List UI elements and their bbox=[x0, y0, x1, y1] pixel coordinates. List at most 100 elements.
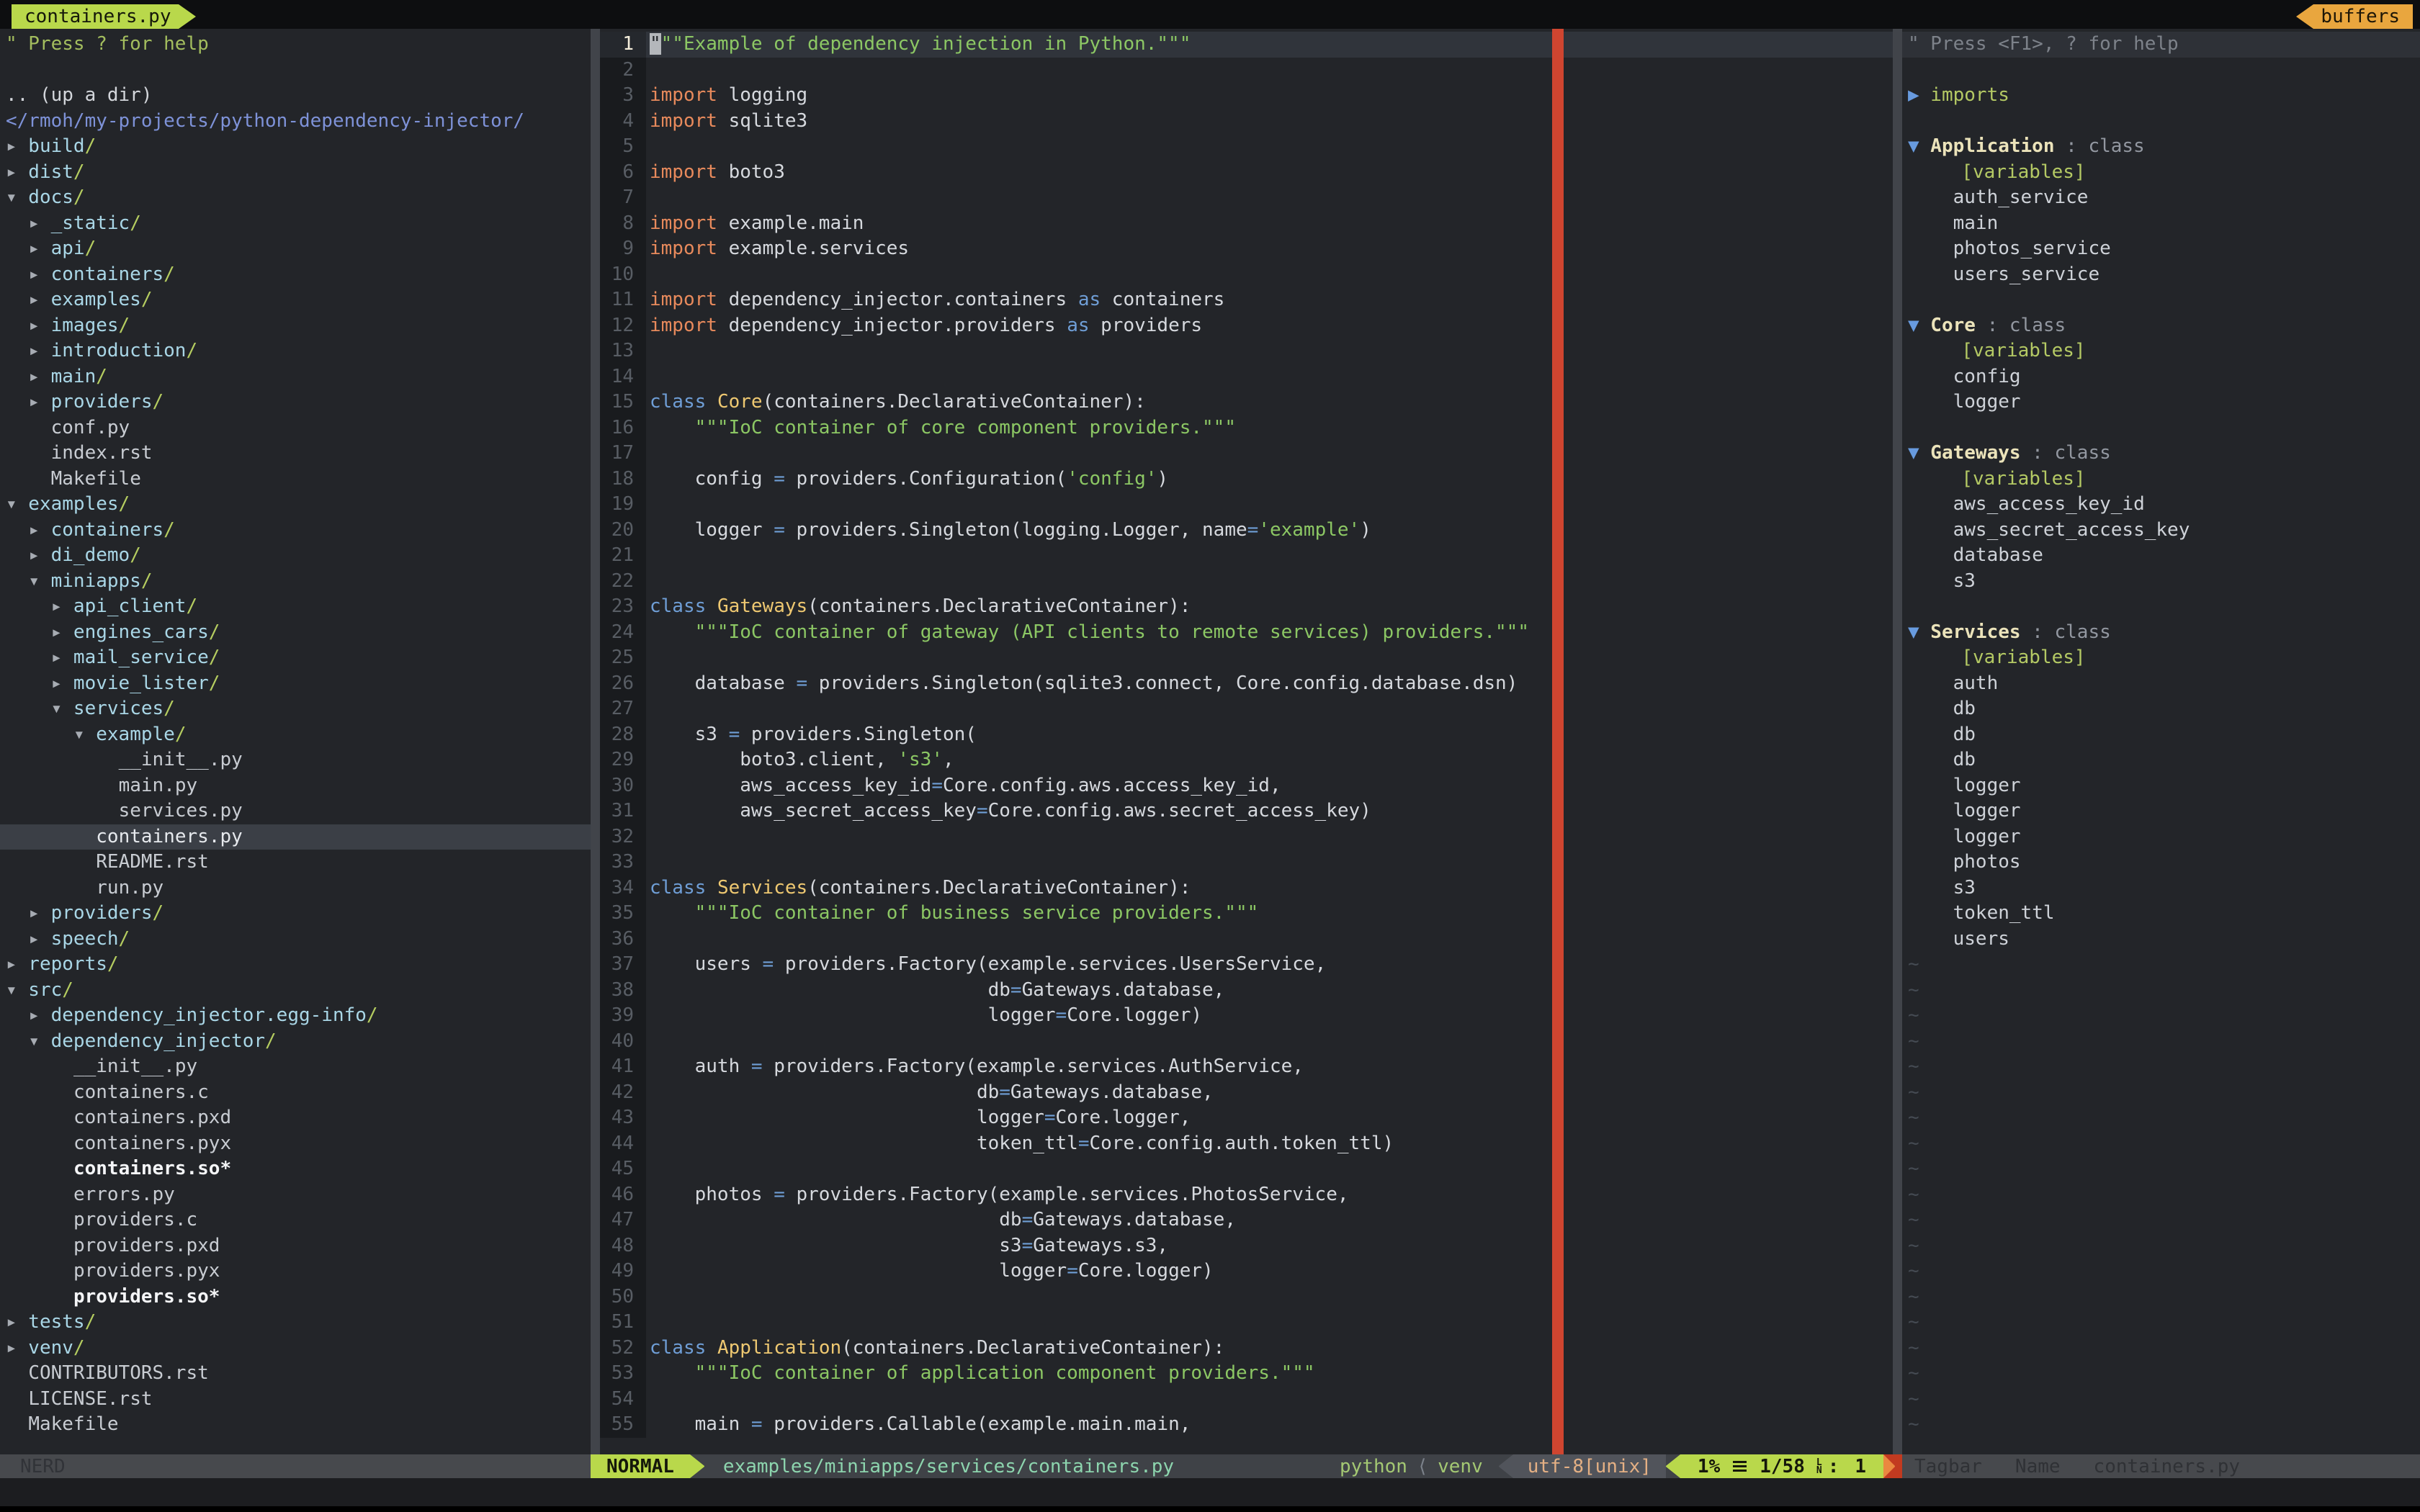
tree-item[interactable]: ▾ services/ bbox=[0, 696, 591, 722]
tree-item[interactable]: ▾ examples/ bbox=[0, 492, 591, 518]
tree-item[interactable]: providers.so* bbox=[0, 1284, 591, 1310]
tree-item[interactable]: ▸ movie_lister/ bbox=[0, 671, 591, 697]
tag-item[interactable]: [variables] bbox=[1902, 160, 2420, 186]
tree-item[interactable]: ▸ api/ bbox=[0, 236, 591, 262]
tag-item[interactable]: db bbox=[1902, 747, 2420, 773]
code-line[interactable]: 45 bbox=[600, 1156, 1893, 1182]
code-line[interactable]: 11 import dependency_injector.containers … bbox=[600, 287, 1893, 313]
code-line[interactable]: 18 config = providers.Configuration('con… bbox=[600, 466, 1893, 492]
tag-item[interactable]: s3 bbox=[1902, 876, 2420, 901]
tag-item[interactable]: auth bbox=[1902, 671, 2420, 697]
tree-item[interactable]: providers.pxd bbox=[0, 1233, 591, 1259]
tree-item[interactable]: ▾ docs/ bbox=[0, 185, 591, 211]
window-separator[interactable] bbox=[591, 29, 600, 1454]
tree-item[interactable]: ▾ miniapps/ bbox=[0, 569, 591, 595]
code-line[interactable]: 1 """Example of dependency injection in P… bbox=[600, 32, 1893, 58]
code-line[interactable]: 52 class Application(containers.Declarati… bbox=[600, 1335, 1893, 1361]
code-line[interactable]: 55 main = providers.Callable(example.mai… bbox=[600, 1412, 1893, 1438]
code-line[interactable]: 31 aws_secret_access_key=Core.config.aws… bbox=[600, 798, 1893, 824]
code-line[interactable]: 26 database = providers.Singleton(sqlite… bbox=[600, 670, 1893, 696]
code-line[interactable]: 32 bbox=[600, 824, 1893, 850]
code-line[interactable]: 7 bbox=[600, 185, 1893, 211]
tree-item[interactable]: ▾ src/ bbox=[0, 978, 591, 1004]
tree-item[interactable]: ▸ api_client/ bbox=[0, 594, 591, 620]
code-line[interactable]: 44 token_ttl=Core.config.auth.token_ttl) bbox=[600, 1130, 1893, 1156]
tagbar-panel[interactable]: " Press <F1>, ? for help ▶ imports ▼ Applica… bbox=[1902, 29, 2420, 1454]
tag-item[interactable]: ▼ Core : class bbox=[1902, 313, 2420, 339]
tag-item[interactable]: " Press <F1>, ? for help bbox=[1902, 32, 2420, 58]
code-line[interactable]: 42 db=Gateways.database, bbox=[600, 1079, 1893, 1105]
code-line[interactable]: 6 import boto3 bbox=[600, 159, 1893, 185]
code-line[interactable]: 41 auth = providers.Factory(example.serv… bbox=[600, 1054, 1893, 1080]
tag-item[interactable]: main bbox=[1902, 211, 2420, 237]
tree-item[interactable]: Makefile bbox=[0, 467, 591, 492]
code-line[interactable]: 12 import dependency_injector.providers a… bbox=[600, 312, 1893, 338]
tag-item[interactable]: logger bbox=[1902, 390, 2420, 415]
tree-item[interactable]: index.rst bbox=[0, 441, 591, 467]
code-line[interactable]: 20 logger = providers.Singleton(logging.… bbox=[600, 517, 1893, 543]
tree-item[interactable]: README.rst bbox=[0, 850, 591, 876]
tree-item[interactable]: ▸ di_demo/ bbox=[0, 543, 591, 569]
tree-item[interactable]: ▸ containers/ bbox=[0, 262, 591, 288]
code-line[interactable]: 38 db=Gateways.database, bbox=[600, 977, 1893, 1003]
code-line[interactable]: 36 bbox=[600, 926, 1893, 952]
code-line[interactable]: 5 bbox=[600, 134, 1893, 160]
code-lines[interactable]: 1 """Example of dependency injection in P… bbox=[600, 32, 1893, 1438]
tag-item[interactable]: logger bbox=[1902, 824, 2420, 850]
code-line[interactable]: 8 import example.main bbox=[600, 210, 1893, 236]
tag-item[interactable]: photos bbox=[1902, 850, 2420, 876]
tree-item[interactable]: ▸ providers/ bbox=[0, 901, 591, 927]
code-line[interactable]: 33 bbox=[600, 850, 1893, 876]
tag-item[interactable]: aws_secret_access_key bbox=[1902, 518, 2420, 544]
tree-item[interactable]: ▸ main/ bbox=[0, 364, 591, 390]
tag-item[interactable]: users_service bbox=[1902, 262, 2420, 288]
tree-item[interactable]: __init__.py bbox=[0, 1054, 591, 1080]
code-line[interactable]: 3 import logging bbox=[600, 83, 1893, 109]
code-line[interactable]: 54 bbox=[600, 1386, 1893, 1412]
tree-item[interactable]: ▸ mail_service/ bbox=[0, 645, 591, 671]
tag-item[interactable]: s3 bbox=[1902, 569, 2420, 595]
code-line[interactable]: 9 import example.services bbox=[600, 236, 1893, 262]
tree-item[interactable]: CONTRIBUTORS.rst bbox=[0, 1361, 591, 1387]
code-line[interactable]: 10 bbox=[600, 261, 1893, 287]
code-line[interactable]: 13 bbox=[600, 338, 1893, 364]
tag-item[interactable]: users bbox=[1902, 927, 2420, 953]
tag-item[interactable]: photos_service bbox=[1902, 236, 2420, 262]
code-line[interactable]: 24 """IoC container of gateway (API clie… bbox=[600, 619, 1893, 645]
code-line[interactable]: 30 aws_access_key_id=Core.config.aws.acc… bbox=[600, 773, 1893, 798]
tree-item[interactable]: containers.pyx bbox=[0, 1131, 591, 1157]
tag-item[interactable]: aws_access_key_id bbox=[1902, 492, 2420, 518]
tree-item[interactable]: .. (up a dir) bbox=[0, 83, 591, 109]
tag-item[interactable]: db bbox=[1902, 722, 2420, 748]
tree-item[interactable]: ▸ providers/ bbox=[0, 390, 591, 415]
tag-item[interactable]: [variables] bbox=[1902, 338, 2420, 364]
tree-item[interactable]: LICENSE.rst bbox=[0, 1387, 591, 1413]
tag-item[interactable]: auth_service bbox=[1902, 185, 2420, 211]
code-line[interactable]: 2 bbox=[600, 57, 1893, 83]
code-line[interactable]: 21 bbox=[600, 543, 1893, 569]
tree-item-selected[interactable]: containers.py bbox=[0, 824, 591, 850]
tree-item[interactable]: ▸ tests/ bbox=[0, 1310, 591, 1336]
code-line[interactable]: 17 bbox=[600, 441, 1893, 467]
tag-item[interactable]: ▼ Services : class bbox=[1902, 620, 2420, 646]
tree-item[interactable]: ▸ build/ bbox=[0, 134, 591, 160]
tree-item[interactable]: providers.c bbox=[0, 1207, 591, 1233]
code-line[interactable]: 25 bbox=[600, 645, 1893, 671]
code-line[interactable]: 48 s3=Gateways.s3, bbox=[600, 1233, 1893, 1259]
tree-item[interactable]: ▸ dist/ bbox=[0, 160, 591, 186]
code-line[interactable]: 27 bbox=[600, 696, 1893, 722]
code-line[interactable]: 16 """IoC container of core component pr… bbox=[600, 415, 1893, 441]
code-line[interactable]: 35 """IoC container of business service … bbox=[600, 901, 1893, 927]
tree-item[interactable]: ▸ venv/ bbox=[0, 1336, 591, 1362]
tag-item[interactable]: database bbox=[1902, 543, 2420, 569]
tag-item[interactable]: [variables] bbox=[1902, 467, 2420, 492]
code-line[interactable]: 23 class Gateways(containers.DeclarativeC… bbox=[600, 594, 1893, 620]
tree-item[interactable]: Makefile bbox=[0, 1412, 591, 1438]
tree-item[interactable]: containers.c bbox=[0, 1080, 591, 1106]
tree-item[interactable]: </rmoh/my-projects/python-dependency-inj… bbox=[0, 109, 591, 135]
window-separator-2[interactable] bbox=[1893, 29, 1902, 1454]
code-line[interactable]: 14 bbox=[600, 364, 1893, 390]
tree-item[interactable]: containers.pxd bbox=[0, 1105, 591, 1131]
tree-item[interactable]: ▸ images/ bbox=[0, 313, 591, 339]
code-line[interactable]: 40 bbox=[600, 1028, 1893, 1054]
